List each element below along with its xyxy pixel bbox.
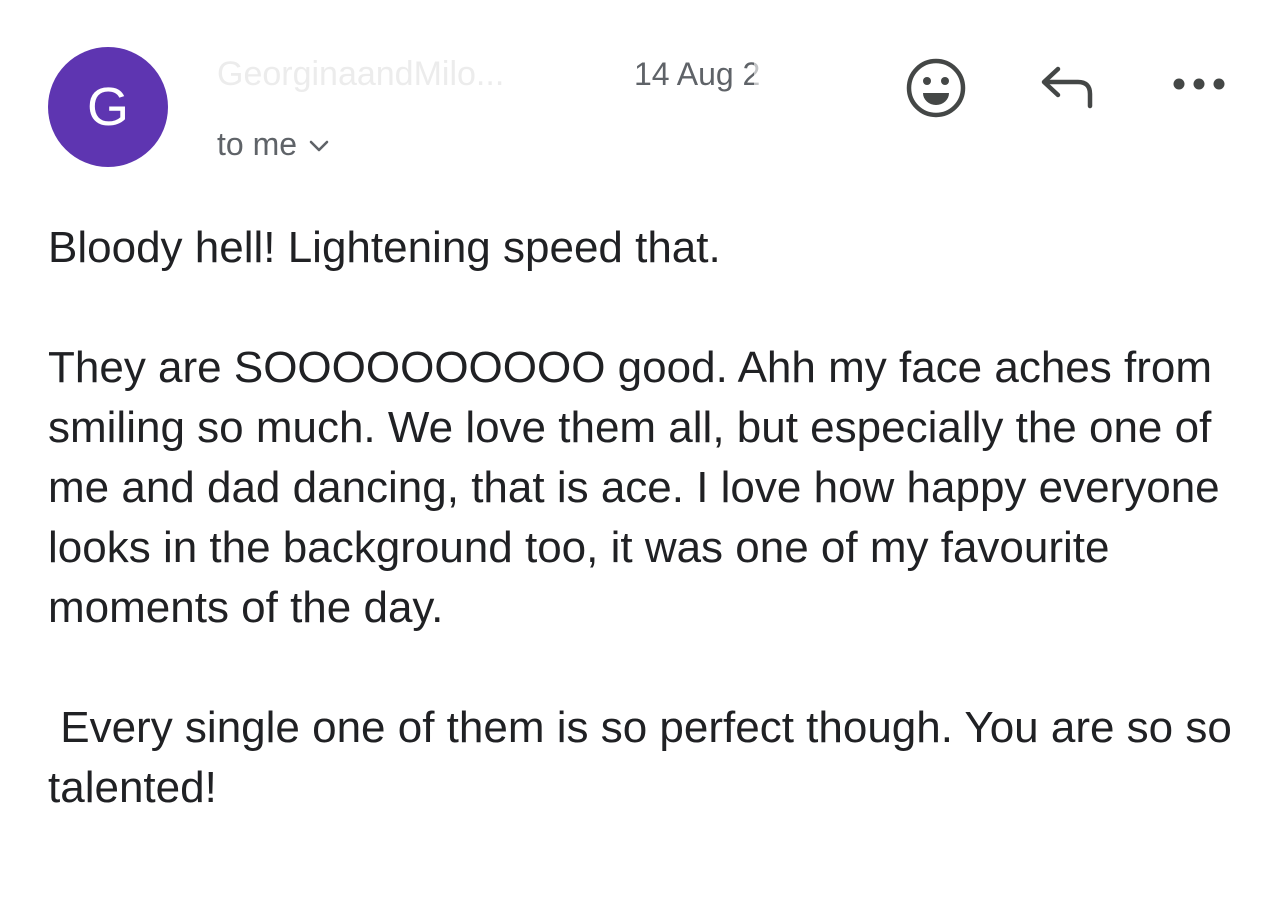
reply-icon [1041, 66, 1093, 109]
message-paragraph: Bloody hell! Lightening speed that. [48, 223, 721, 272]
more-options-button[interactable] [1164, 60, 1234, 108]
avatar-letter: G [86, 77, 129, 137]
add-reaction-button[interactable] [900, 52, 972, 124]
chevron-down-icon [309, 140, 329, 152]
message-paragraph: They are SOOOOOOOOOO good. Ahh my face a… [48, 343, 1232, 632]
add-reaction-icon [906, 58, 966, 118]
message-body: Bloody hell! Lightening speed that. They… [48, 218, 1248, 818]
message-paragraph: Every single one of them is so perfect t… [48, 703, 1245, 812]
sender-name[interactable]: GeorginaandMilo... [217, 52, 587, 96]
date-fade-overlay [754, 50, 864, 98]
recipient-label: to me [217, 126, 298, 162]
reply-button[interactable] [1032, 56, 1104, 116]
more-options-icon [1173, 78, 1225, 90]
sender-avatar[interactable]: G [48, 47, 168, 167]
recipient-details-toggle[interactable]: to me [217, 124, 331, 164]
